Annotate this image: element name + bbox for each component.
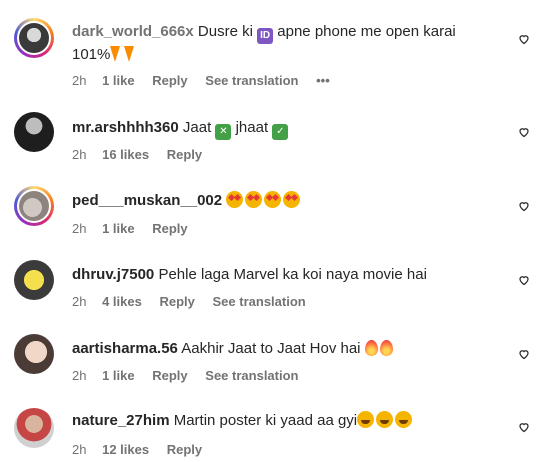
more-options-icon[interactable]: •••: [316, 73, 330, 88]
laughing-emoji: [395, 411, 413, 428]
likes-count[interactable]: 1 like: [102, 368, 135, 383]
comment-username[interactable]: mr.arshhhh360: [72, 119, 179, 136]
reply-button[interactable]: Reply: [167, 442, 202, 457]
reply-button[interactable]: Reply: [167, 147, 202, 162]
heart-outline-icon[interactable]: [518, 126, 530, 138]
comment-item: dhruv.j7500 Pehle laga Marvel ka koi nay…: [0, 248, 542, 322]
comment-username[interactable]: ped___muskan__002: [72, 192, 222, 209]
comment-text: Dusre ki: [197, 23, 253, 40]
see-translation-button[interactable]: See translation: [205, 73, 298, 88]
laughing-emoji: [376, 411, 394, 428]
avatar[interactable]: [14, 18, 54, 58]
reply-button[interactable]: Reply: [152, 73, 187, 88]
avatar[interactable]: [14, 408, 54, 448]
comment-username[interactable]: nature_27him: [72, 412, 170, 429]
heart-outline-icon[interactable]: [518, 33, 530, 45]
comment-time: 2h: [72, 442, 87, 457]
avatar[interactable]: [14, 186, 54, 226]
comment-text: Jaat: [182, 119, 212, 136]
comment-item: nature_27him Martin poster ki yaad aa gy…: [0, 396, 542, 462]
see-translation-button[interactable]: See translation: [213, 294, 306, 309]
fire-emoji: [364, 340, 378, 356]
comment-text: 101%: [72, 46, 111, 63]
likes-count[interactable]: 12 likes: [102, 442, 149, 457]
star-struck-emoji: [283, 191, 301, 208]
cross-mark-emoji: ✕: [215, 124, 232, 140]
fire-emoji: [379, 340, 393, 356]
likes-count[interactable]: 4 likes: [102, 294, 142, 309]
comment-item: ped___muskan__002 2h 1 like Reply: [0, 174, 542, 248]
id-badge-emoji: ID: [257, 28, 274, 44]
comment-item: mr.arshhhh360 Jaat ✕ jhaat ✓ 2h 16 likes…: [0, 100, 542, 174]
star-struck-emoji: [264, 191, 282, 208]
likes-count[interactable]: 1 like: [102, 221, 135, 236]
comment-username[interactable]: dark_world_666x: [72, 23, 194, 40]
comment-text: apne phone me open karai: [277, 23, 456, 40]
reply-button[interactable]: Reply: [152, 221, 187, 236]
comment-text: Pehle laga Marvel ka koi naya movie hai: [158, 266, 427, 283]
carrot-emoji: [110, 46, 121, 62]
comment-time: 2h: [72, 221, 87, 236]
star-struck-emoji: [245, 191, 263, 208]
heart-outline-icon[interactable]: [518, 348, 530, 360]
avatar[interactable]: [14, 334, 54, 374]
comment-text: Martin poster ki yaad aa gyi: [173, 412, 358, 429]
comment-item: dark_world_666x Dusre ki ID apne phone m…: [0, 0, 542, 100]
heart-outline-icon[interactable]: [518, 274, 530, 286]
carrot-emoji: [124, 46, 135, 62]
laughing-emoji: [357, 411, 375, 428]
comment-text: jhaat: [235, 119, 269, 136]
heart-outline-icon[interactable]: [518, 421, 530, 433]
heart-outline-icon[interactable]: [518, 200, 530, 212]
reply-button[interactable]: Reply: [159, 294, 194, 309]
comment-username[interactable]: dhruv.j7500: [72, 266, 154, 283]
comment-time: 2h: [72, 73, 87, 88]
avatar[interactable]: [14, 260, 54, 300]
comment-text: Aakhir Jaat to Jaat Hov hai: [181, 340, 361, 357]
check-mark-emoji: ✓: [272, 124, 289, 140]
see-translation-button[interactable]: See translation: [205, 368, 298, 383]
comment-time: 2h: [72, 294, 87, 309]
likes-count[interactable]: 1 like: [102, 73, 135, 88]
comment-time: 2h: [72, 368, 87, 383]
star-struck-emoji: [226, 191, 244, 208]
comment-username[interactable]: aartisharma.56: [72, 340, 178, 357]
avatar[interactable]: [14, 112, 54, 152]
likes-count[interactable]: 16 likes: [102, 147, 149, 162]
reply-button[interactable]: Reply: [152, 368, 187, 383]
comment-item: aartisharma.56 Aakhir Jaat to Jaat Hov h…: [0, 322, 542, 396]
comment-time: 2h: [72, 147, 87, 162]
